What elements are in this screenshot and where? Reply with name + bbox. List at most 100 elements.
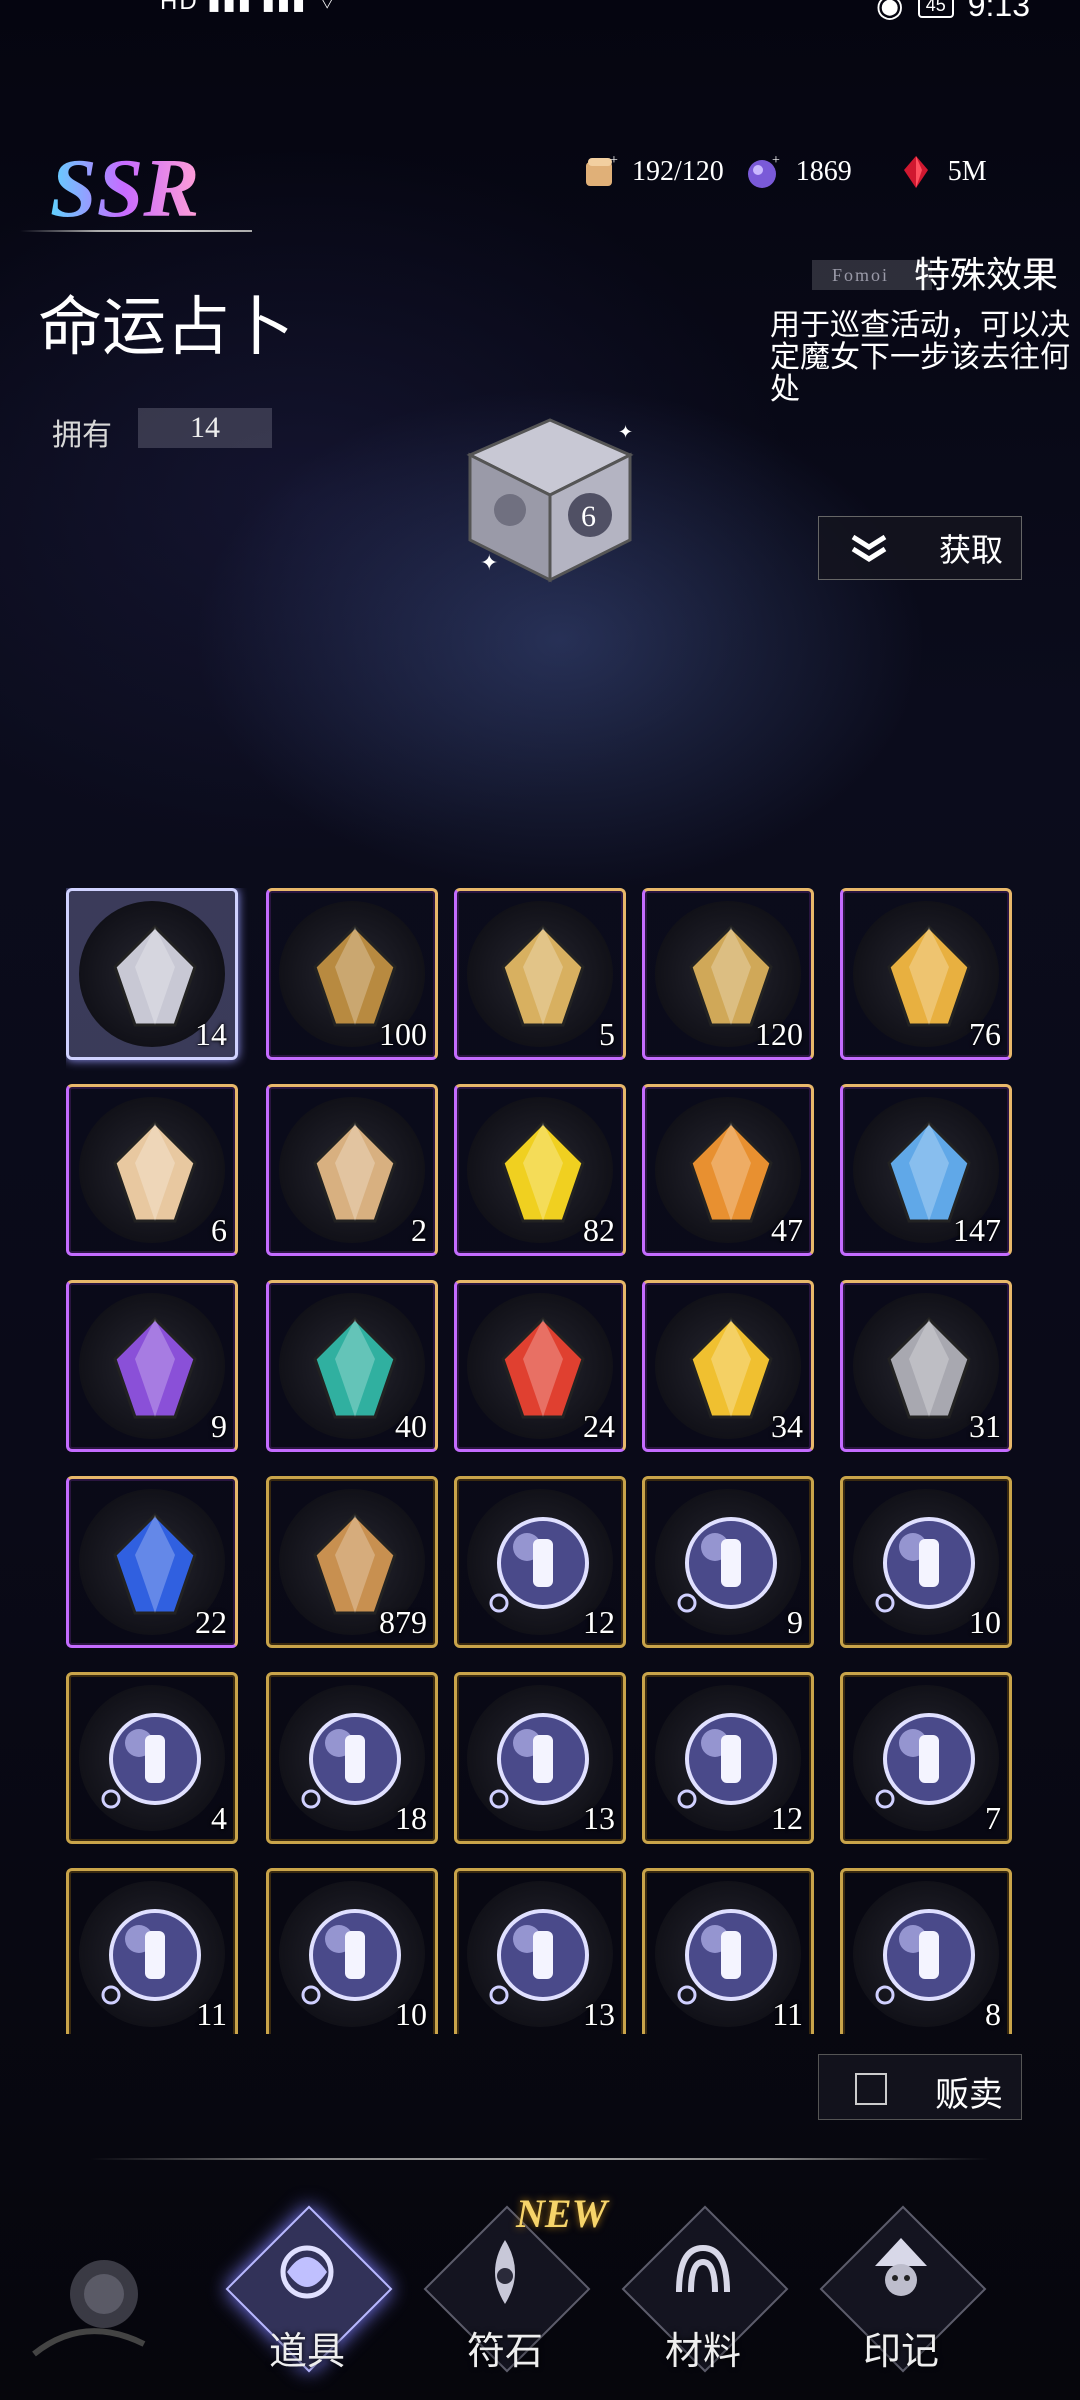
rune-tab-icon — [495, 2240, 515, 2304]
inventory-slot[interactable]: 18 — [266, 1672, 438, 1844]
cupcake-icon — [113, 1120, 197, 1223]
currency-value: 1869 — [795, 156, 852, 187]
currency-value: 192/120 — [632, 156, 724, 187]
item-quantity: 147 — [953, 1212, 1001, 1248]
rarity-badge: SSR — [50, 142, 200, 235]
tab-label: 印记 — [862, 2329, 939, 2373]
inventory-slot[interactable]: 7 — [840, 1672, 1012, 1844]
tab-props[interactable]: 道具 — [222, 2202, 393, 2373]
currency-value: 5M — [947, 156, 987, 187]
inventory-slot[interactable]: 5 — [454, 888, 626, 1060]
currency-scroll[interactable]: + 192/120 — [580, 152, 724, 192]
currency-gem[interactable]: 5M — [896, 152, 1028, 192]
owned-count: 14 — [138, 408, 272, 448]
mark-tab-icon — [875, 2238, 927, 2296]
inventory-slot[interactable]: 147 — [840, 1084, 1012, 1256]
item-quantity: 8 — [985, 1996, 1001, 2032]
rose-decoration-icon — [32, 2260, 146, 2357]
inventory-slot[interactable]: 47 — [642, 1084, 814, 1256]
inventory-slot[interactable]: 22 — [66, 1476, 238, 1648]
inventory-slot[interactable]: 11 — [642, 1868, 814, 2034]
item-quantity: 76 — [969, 1016, 1001, 1052]
flute-orb-icon — [677, 1517, 777, 1613]
eye-icon: ◉ — [875, 0, 904, 23]
effect-description: 用于巡查活动，可以决定魔女下一步该去往何处 — [770, 308, 1070, 407]
inventory-slot[interactable]: 10 — [266, 1868, 438, 2034]
svg-text:+: + — [610, 153, 618, 168]
item-quantity: 9 — [211, 1408, 227, 1444]
status-network: HD ▮▮▮ ▮▮▮ ⌔ — [160, 0, 340, 16]
currency-crystal[interactable]: + 1869 — [744, 152, 876, 192]
item-quantity: 47 — [771, 1212, 803, 1248]
item-quantity: 5 — [599, 1016, 615, 1052]
inventory-slot[interactable]: 13 — [454, 1868, 626, 2034]
inventory-slot[interactable]: 31 — [840, 1280, 1012, 1452]
sell-checkbox[interactable] — [855, 2073, 887, 2105]
item-quantity: 12 — [771, 1800, 803, 1836]
inventory-slot[interactable]: 879 — [266, 1476, 438, 1648]
inventory-slot[interactable]: 2 — [266, 1084, 438, 1256]
obtain-button[interactable]: 获取 — [818, 516, 1022, 580]
scroll-icon: + — [586, 153, 618, 186]
inventory-slot[interactable]: 14 — [66, 888, 238, 1060]
item-quantity: 22 — [195, 1604, 227, 1640]
inventory-slot[interactable]: 24 — [454, 1280, 626, 1452]
tab-label: 材料 — [664, 2329, 741, 2373]
tab-marks[interactable]: 印记 — [816, 2202, 987, 2373]
sell-label: 贩卖 — [935, 2075, 1003, 2115]
item-quantity: 13 — [583, 1996, 615, 2032]
rarity-underline — [20, 230, 252, 232]
svg-text:+: + — [772, 153, 780, 168]
tab-materials[interactable]: 材料 — [618, 2202, 789, 2373]
svg-text:✦: ✦ — [618, 422, 633, 442]
item-quantity: 6 — [211, 1212, 227, 1248]
double-chevron-down-icon — [851, 534, 887, 562]
inventory-slot[interactable]: 12 — [642, 1672, 814, 1844]
inventory-slot[interactable]: 12 — [454, 1476, 626, 1648]
item-quantity: 11 — [772, 1996, 803, 2032]
inventory-slot[interactable]: 82 — [454, 1084, 626, 1256]
inventory-slot[interactable]: 8 — [840, 1868, 1012, 2034]
inventory-slot[interactable]: 13 — [454, 1672, 626, 1844]
tab-label: 道具 — [268, 2329, 345, 2373]
svg-text:6: 6 — [581, 500, 596, 533]
effect-title: 特殊效果 — [914, 255, 1059, 296]
inventory-slot[interactable]: 76 — [840, 888, 1012, 1060]
inventory-slot[interactable]: 10 — [840, 1476, 1012, 1648]
inventory-grid: 14 100 5 120 76 6 2 82 47 147 9 40 24 34 31 22 879 12 9 10 4… — [66, 888, 1016, 2034]
harp-orb-icon — [875, 1909, 975, 2005]
purple-gem-icon — [113, 1316, 197, 1419]
item-quantity: 879 — [379, 1604, 427, 1640]
inventory-slot[interactable]: 120 — [642, 888, 814, 1060]
item-name: 命运占卜 — [38, 291, 294, 365]
item-quantity: 14 — [195, 1016, 227, 1052]
item-quantity: 13 — [583, 1800, 615, 1836]
inventory-slot[interactable]: 11 — [66, 1868, 238, 2034]
obtain-label: 获取 — [939, 531, 1004, 569]
item-quantity: 10 — [969, 1604, 1001, 1640]
inventory-slot[interactable]: 4 — [66, 1672, 238, 1844]
organ-orb-icon — [101, 1713, 201, 1809]
bottom-divider — [90, 2158, 990, 2160]
inventory-slot[interactable]: 100 — [266, 888, 438, 1060]
props-tab-icon — [280, 2245, 334, 2299]
inventory-slot[interactable]: 9 — [66, 1280, 238, 1452]
sell-button[interactable]: 贩卖 — [818, 2054, 1022, 2120]
item-quantity: 10 — [395, 1996, 427, 2032]
item-quantity: 82 — [583, 1212, 615, 1248]
item-quantity: 40 — [395, 1408, 427, 1444]
cake-icon — [313, 1120, 397, 1223]
inventory-slot[interactable]: 9 — [642, 1476, 814, 1648]
inventory-slot[interactable]: 6 — [66, 1084, 238, 1256]
inventory-slot[interactable]: 34 — [642, 1280, 814, 1452]
red-gem-icon — [903, 156, 928, 188]
item-quantity: 2 — [411, 1212, 427, 1248]
inventory-slot[interactable]: 40 — [266, 1280, 438, 1452]
item-quantity: 12 — [583, 1604, 615, 1640]
horn-orb-icon — [875, 1713, 975, 1809]
item-quantity: 31 — [969, 1408, 1001, 1444]
svg-text:✦: ✦ — [480, 550, 498, 575]
item-quantity: 100 — [379, 1016, 427, 1052]
status-right: ◉ 45 9:13 — [876, 0, 1030, 24]
item-quantity: 24 — [583, 1408, 615, 1444]
